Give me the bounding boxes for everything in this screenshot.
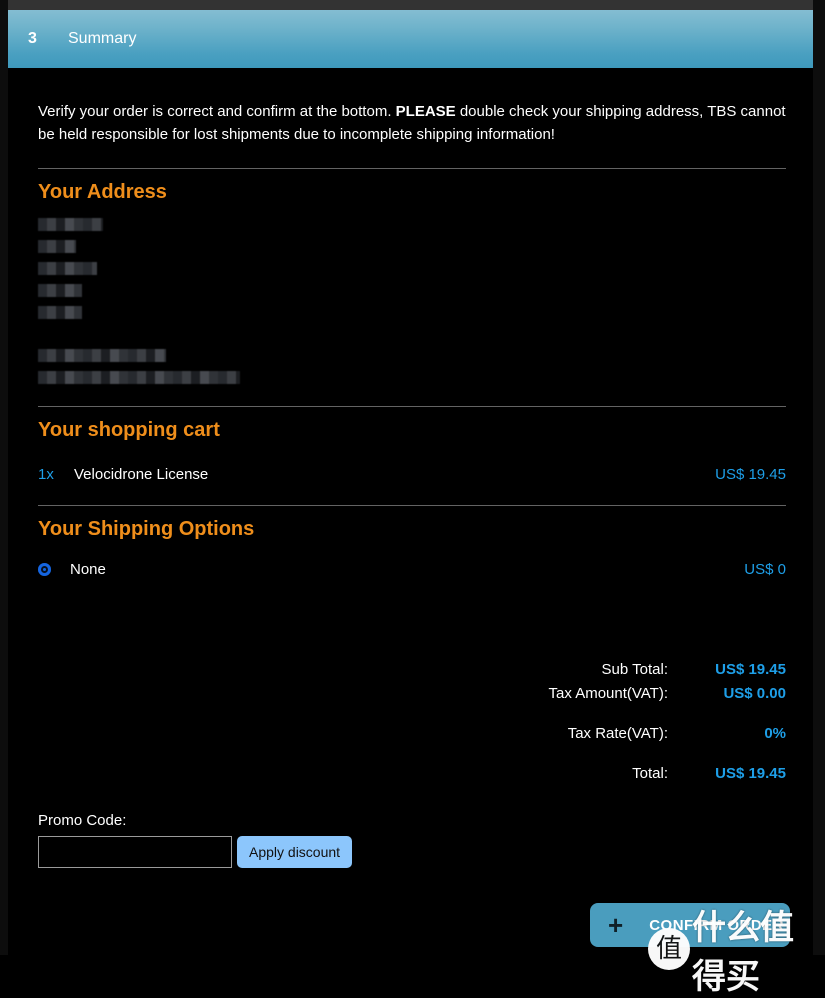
address-line-redacted [38,218,103,231]
address-line-redacted [38,284,82,297]
intro-part1: Verify your order is correct and confirm… [38,103,396,120]
tax-rate-label: Tax Rate(VAT): [567,725,668,742]
cart-heading: Your shopping cart [38,406,786,442]
address-block [38,218,783,384]
total-row-total: Total: US$ 19.45 [38,762,786,786]
address-line-redacted [38,306,82,319]
address-line-redacted [38,240,76,253]
subtotal-value: US$ 19.45 [715,661,786,678]
cart-item-name: Velocidrone License [74,466,209,483]
top-browser-bar [8,0,813,10]
cart-item-qty: 1x [38,466,54,483]
summary-content: Verify your order is correct and confirm… [8,68,813,955]
confirm-order-button[interactable]: + CONFIRM ORDER [590,903,790,947]
tax-rate-value: 0% [764,725,786,742]
address-line-redacted [38,349,166,362]
window-edge-right [813,0,825,955]
promo-code-label: Promo Code: [38,812,127,829]
shipping-heading: Your Shipping Options [38,505,786,541]
cart-item-price: US$ 19.45 [715,466,786,483]
step-title: Summary [68,30,137,47]
intro-text: Verify your order is correct and confirm… [38,101,786,146]
total-row-subtotal: Sub Total: US$ 19.45 [38,658,786,682]
total-value: US$ 19.45 [715,765,786,782]
window-edge-left [0,0,8,955]
address-heading: Your Address [38,168,786,204]
shipping-radio-none[interactable] [38,563,51,576]
confirm-order-label: CONFIRM ORDER [649,916,785,934]
tax-amount-value: US$ 0.00 [723,685,786,702]
total-row-tax-amount: Tax Amount(VAT): US$ 0.00 [38,682,786,706]
plus-icon: + [608,910,624,940]
promo-code-row: Apply discount [38,836,783,868]
totals-block: Sub Total: US$ 19.45 Tax Amount(VAT): US… [38,658,786,786]
apply-discount-button[interactable]: Apply discount [237,836,353,868]
step-header: 3 Summary [8,10,813,68]
total-row-tax-rate: Tax Rate(VAT): 0% [38,722,786,746]
shipping-option-label: None [70,561,106,578]
shipping-option-row[interactable]: None US$ 0 [38,561,786,578]
step-number: 3 [28,30,37,47]
subtotal-label: Sub Total: [601,661,668,678]
promo-code-input[interactable] [38,836,232,868]
address-line-redacted [38,371,240,384]
cart-item-row: 1x Velocidrone License US$ 19.45 [38,466,786,483]
intro-emphasis: PLEASE [395,103,456,120]
shipping-option-price: US$ 0 [744,561,786,578]
total-label: Total: [632,765,668,782]
address-line-redacted [38,262,97,275]
tax-amount-label: Tax Amount(VAT): [548,685,668,702]
